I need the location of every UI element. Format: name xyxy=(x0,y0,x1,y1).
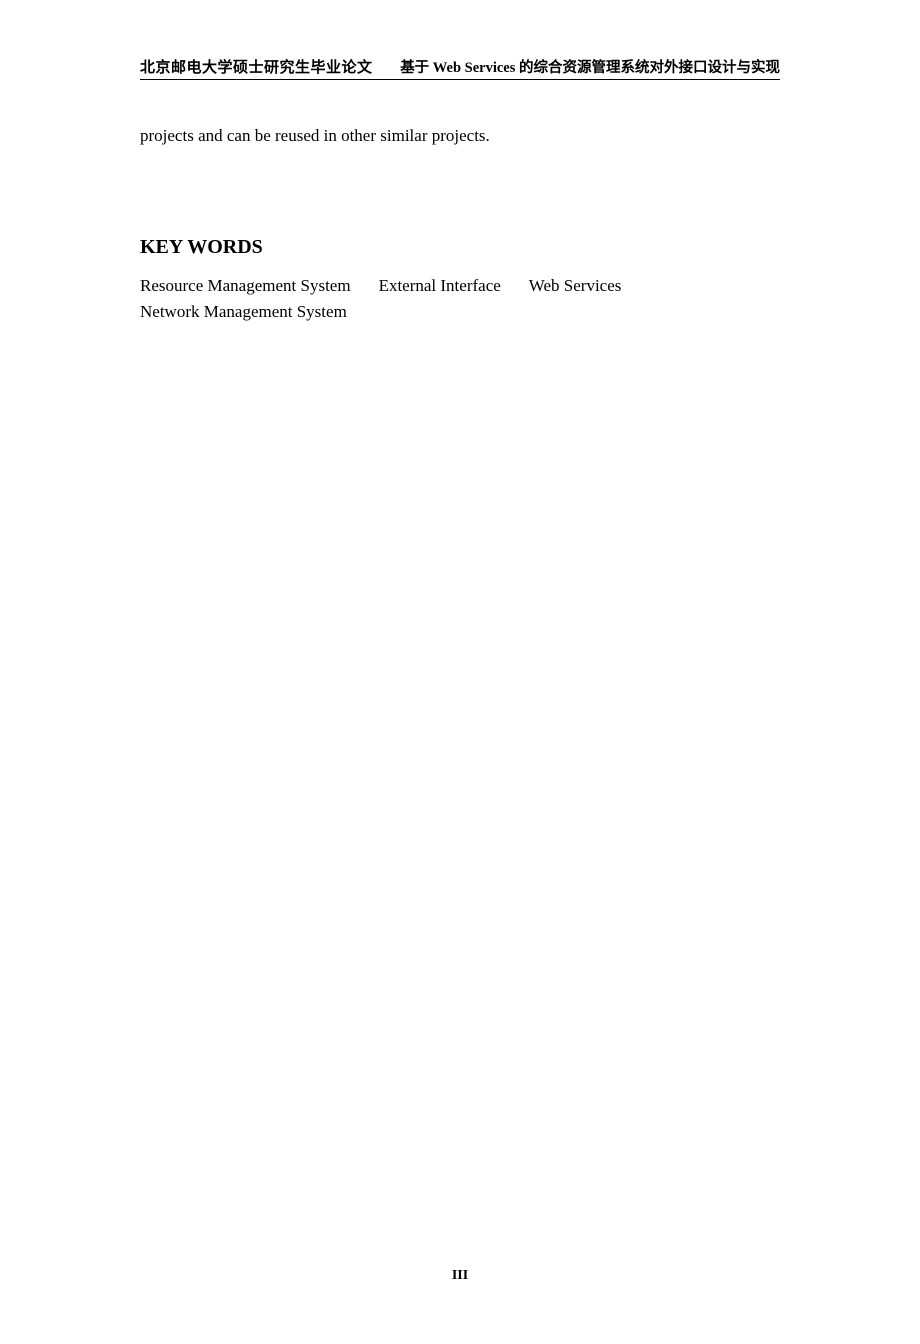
header-left-text: 北京邮电大学硕士研究生毕业论文 xyxy=(140,56,373,77)
keyword-item: External Interface xyxy=(379,273,501,299)
keywords-line-1: Resource Management System External Inte… xyxy=(140,273,780,299)
page-header: 北京邮电大学硕士研究生毕业论文 基于 Web Services 的综合资源管理系… xyxy=(140,56,780,80)
page-container: 北京邮电大学硕士研究生毕业论文 基于 Web Services 的综合资源管理系… xyxy=(0,0,920,324)
keyword-item: Network Management System xyxy=(140,299,347,325)
keywords-heading: KEY WORDS xyxy=(140,236,780,259)
header-right-text: 基于 Web Services 的综合资源管理系统对外接口设计与实现 xyxy=(400,56,780,77)
page-number: III xyxy=(0,1268,920,1284)
keyword-item: Web Services xyxy=(529,273,622,299)
body-continuation-text: projects and can be reused in other simi… xyxy=(140,126,780,146)
keyword-item: Resource Management System xyxy=(140,273,351,299)
keywords-block: Resource Management System External Inte… xyxy=(140,273,780,324)
keywords-line-2: Network Management System xyxy=(140,299,780,325)
